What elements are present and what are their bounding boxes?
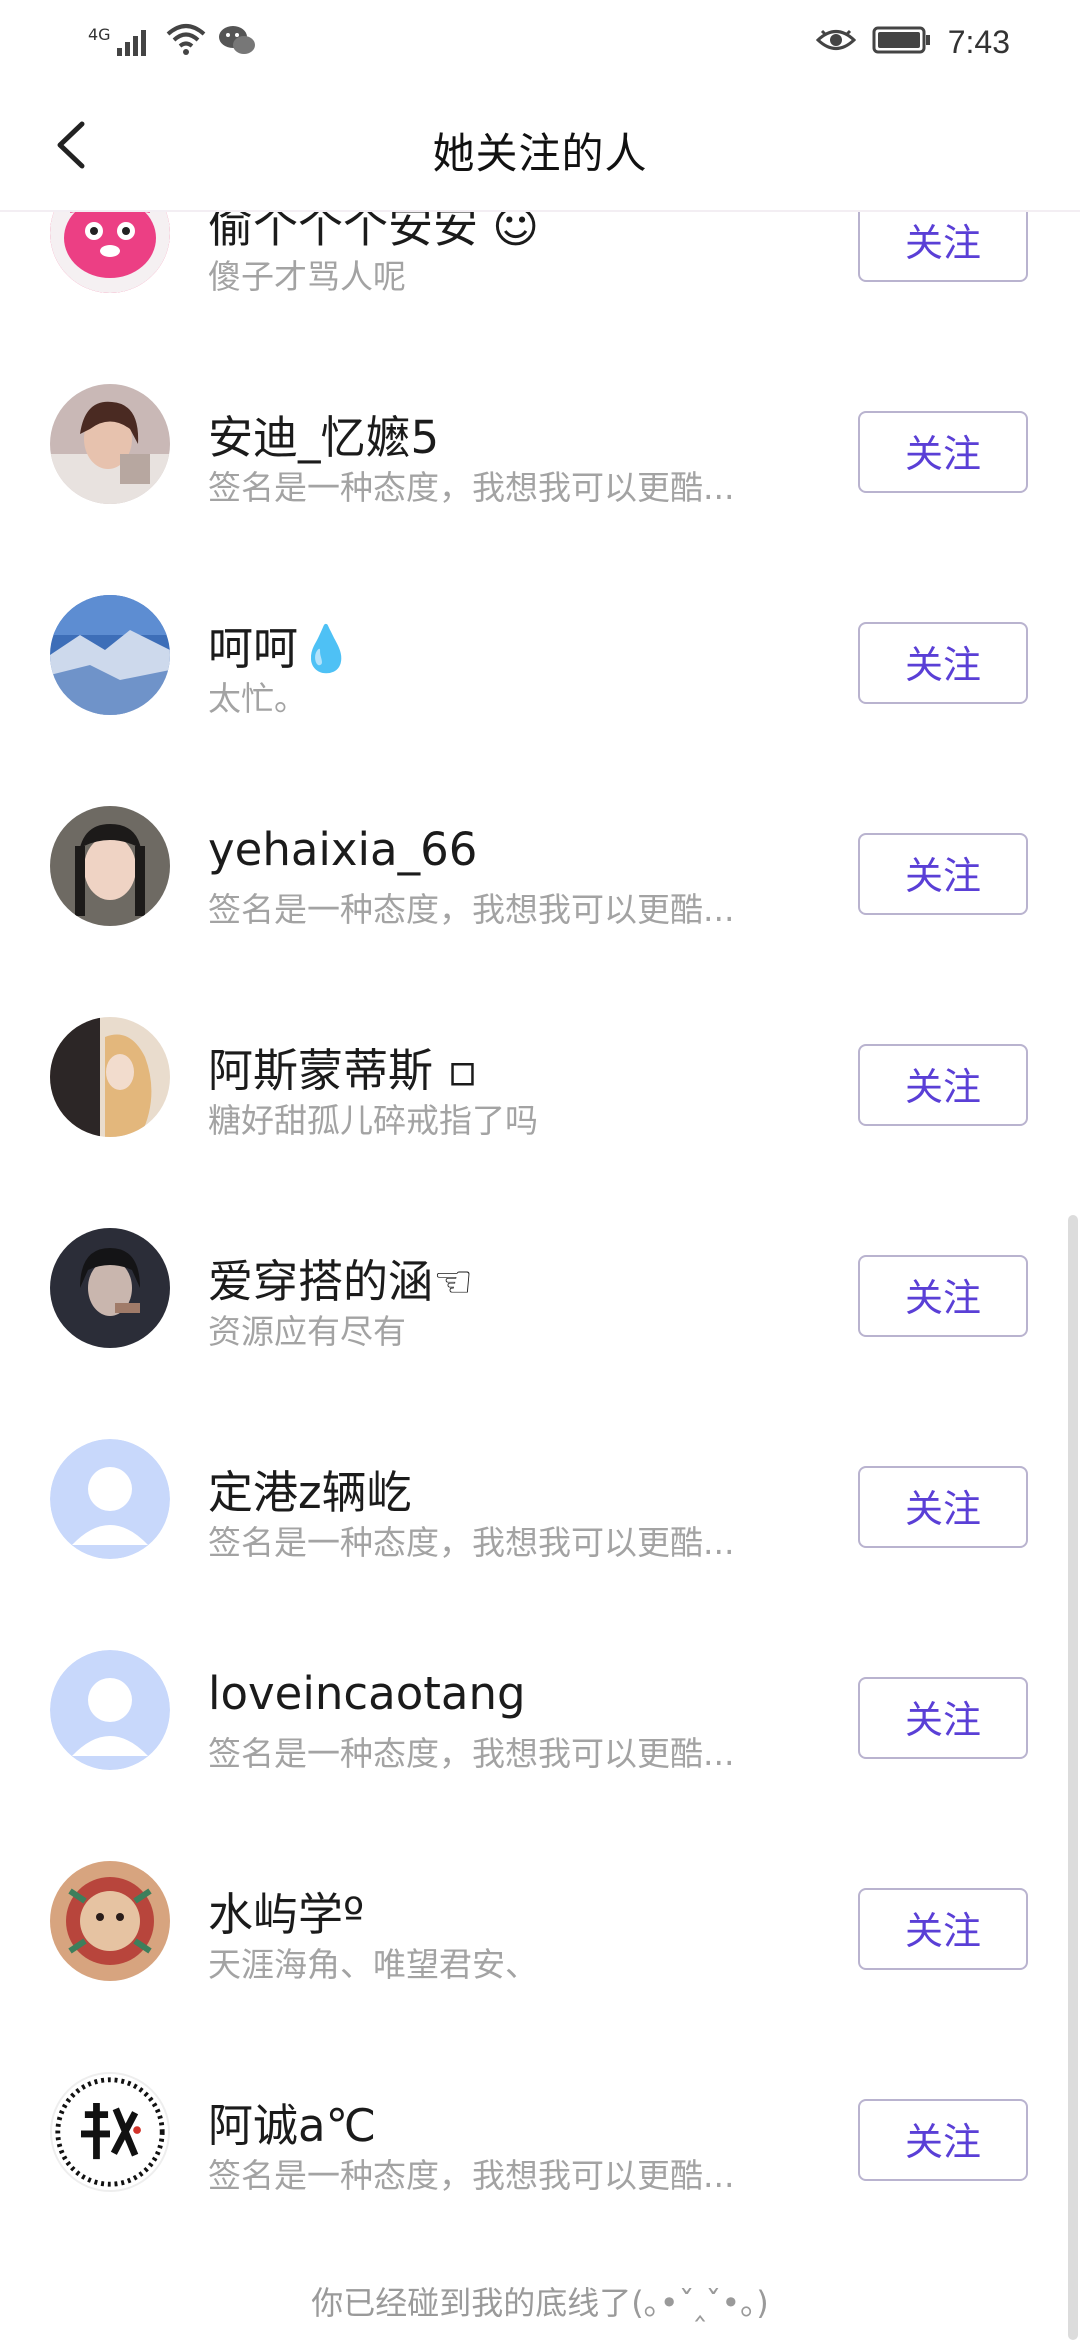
list-item[interactable]: 阿诚a℃ 签名是一种态度，我想我可以更酷... 关注	[0, 1909, 1080, 2195]
signal-icon	[115, 22, 155, 62]
user-name[interactable]: 阿诚a℃	[208, 2089, 376, 2154]
nav-bar: 她关注的人	[0, 80, 1080, 212]
battery-icon	[872, 25, 932, 59]
list-item[interactable]: 爱穿搭的涵☜ 资源应有尽有 关注	[0, 1065, 1080, 1351]
following-list[interactable]: 偷个个个安安 ☺ 傻子才骂人呢 关注 安迪_忆嬷5 签名是一种态度，我想我可以更…	[0, 10, 1080, 2340]
list-item[interactable]: 水屿学º 天涯海角、唯望君安、 关注	[0, 1698, 1080, 1984]
wifi-icon	[165, 22, 207, 62]
list-end-text: 你已经碰到我的底线了(｡•ˇ‸ˇ•｡)	[311, 2284, 769, 2322]
scrollbar[interactable]	[1068, 1215, 1078, 2340]
list-item[interactable]: 定港z辆屹 签名是一种态度，我想我可以更酷... 关注	[0, 1276, 1080, 1562]
page-title: 她关注的人	[432, 129, 648, 178]
status-time: 7:43	[947, 23, 1010, 60]
follow-button[interactable]: 关注	[858, 2099, 1028, 2181]
status-bar: 4G 7:43	[0, 0, 1080, 80]
eye-icon	[815, 25, 856, 59]
user-signature: 签名是一种态度，我想我可以更酷...	[208, 2156, 735, 2195]
wechat-icon	[217, 22, 257, 62]
list-item[interactable]: 阿斯蒙蒂斯 ▫ 糖好甜孤儿碎戒指了吗 关注	[0, 854, 1080, 1140]
list-item[interactable]: yehaixia_66 签名是一种态度，我想我可以更酷... 关注	[0, 643, 1080, 929]
list-item[interactable]: loveincaotang 签名是一种态度，我想我可以更酷... 关注	[0, 1487, 1080, 1773]
avatar[interactable]	[50, 2072, 170, 2192]
network-label: 4G	[88, 24, 111, 44]
list-item[interactable]: 呵呵💧 太忙。 关注	[0, 432, 1080, 718]
list-item[interactable]: 安迪_忆嬷5 签名是一种态度，我想我可以更酷... 关注	[0, 221, 1080, 507]
